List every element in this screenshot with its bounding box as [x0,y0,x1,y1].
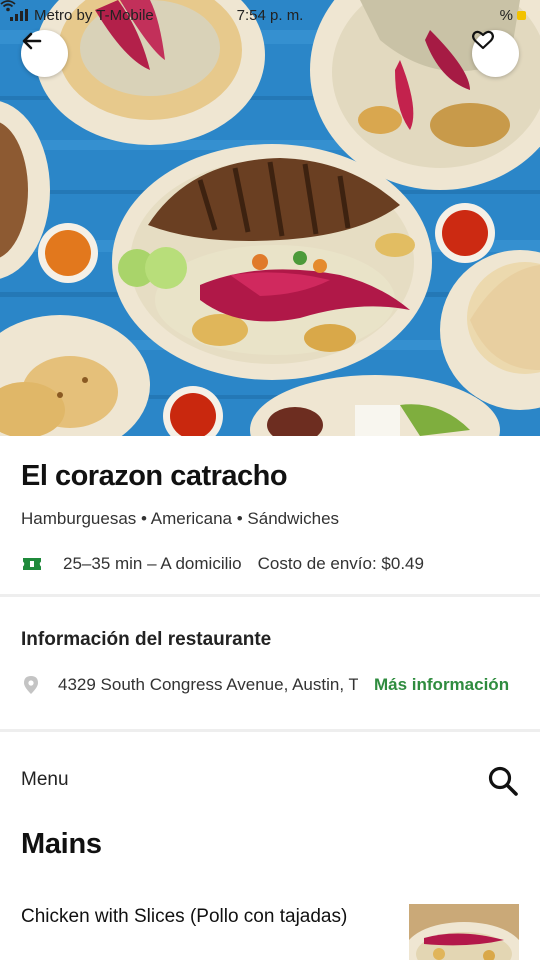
menu-label: Menu [21,769,69,790]
divider [0,729,540,732]
menu-item-image [409,904,519,960]
menu-item-name: Chicken with Slices (Pollo con tajadas) [21,906,348,927]
heart-outline-icon [472,30,494,50]
hero-image: Metro by T-Mobile 7:54 p. m. % [0,0,540,436]
back-button[interactable] [21,30,68,77]
restaurant-categories: Hamburguesas • Americana • Sándwiches [21,509,340,528]
menu-section-title: Mains [21,828,102,860]
divider [0,594,540,597]
carrier-name: Metro by T-Mobile [34,6,154,24]
address-row: 4329 South Congress Avenue, Austin, TX M… [21,673,521,697]
restaurant-screen: Metro by T-Mobile 7:54 p. m. % El corazo… [0,0,540,960]
delivery-eta: 25–35 min – A domicilio [63,554,242,573]
menu-header: Menu [0,761,540,801]
delivery-fee: Costo de envío: $0.49 [257,554,424,573]
food-photo [0,0,540,436]
favorite-button[interactable] [472,30,519,77]
menu-item-photo [409,904,519,960]
menu-item[interactable]: Chicken with Slices (Pollo con tajadas) [0,898,540,960]
ticket-icon [23,558,41,570]
wifi-icon [0,0,16,12]
restaurant-name: El corazon catracho [21,460,288,492]
restaurant-info-title: Información del restaurante [21,629,272,650]
battery-percent: % [499,6,513,24]
clock: 7:54 p. m. [236,6,304,24]
arrow-left-icon [22,32,42,50]
restaurant-address: 4329 South Congress Avenue, Austin, TX [58,675,358,694]
status-bar: Metro by T-Mobile 7:54 p. m. % [0,0,540,30]
battery-indicator: % [500,7,526,24]
search-icon[interactable] [487,765,519,797]
battery-icon [517,10,526,20]
more-info-link[interactable]: Más información [374,675,509,695]
delivery-info: 25–35 min – A domicilio Costo de envío: … [21,553,424,575]
location-pin-icon [24,676,38,694]
